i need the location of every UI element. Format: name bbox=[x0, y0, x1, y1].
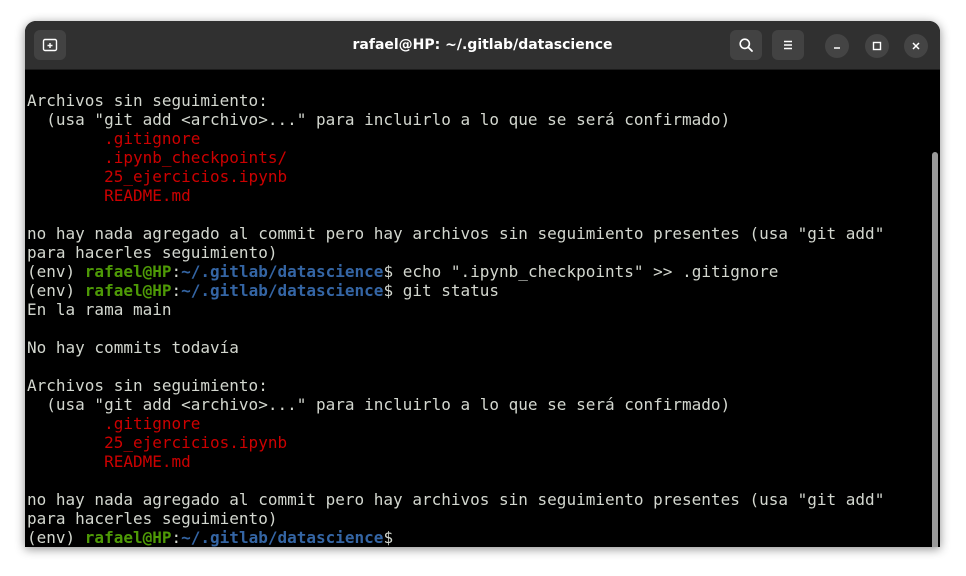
output-text: Archivos sin seguimiento: bbox=[27, 91, 268, 110]
terminal-line: 25_ejercicios.ipynb bbox=[27, 433, 884, 452]
prompt-path: ~/.gitlab/datascience bbox=[181, 262, 384, 281]
hamburger-menu-icon bbox=[784, 40, 792, 50]
prompt-env: (env) bbox=[27, 262, 85, 281]
search-icon bbox=[739, 38, 753, 52]
terminal-line: README.md bbox=[27, 452, 884, 471]
command-text: echo ".ipynb_checkpoints" >> .gitignore bbox=[393, 262, 779, 281]
prompt-colon: : bbox=[171, 262, 182, 281]
prompt-path: ~/.gitlab/datascience bbox=[181, 281, 384, 300]
terminal-line: Archivos sin seguimiento: bbox=[27, 376, 884, 395]
title-bar: rafael@HP: ~/.gitlab/datascience bbox=[25, 21, 940, 70]
terminal-line: (usa "git add <archivo>..." para incluir… bbox=[27, 395, 884, 414]
untracked-file: .ipynb_checkpoints/ bbox=[104, 148, 288, 167]
untracked-file: README.md bbox=[104, 452, 191, 471]
maximize-icon bbox=[872, 41, 882, 51]
terminal-line: para hacerles seguimiento) bbox=[27, 243, 884, 262]
terminal-line: README.md bbox=[27, 186, 884, 205]
prompt-colon: : bbox=[171, 528, 182, 547]
scrollbar[interactable] bbox=[932, 152, 938, 547]
untracked-file: README.md bbox=[104, 186, 191, 205]
terminal-line: (env) rafael@HP:~/.gitlab/datascience$ bbox=[27, 528, 884, 547]
terminal-line: (env) rafael@HP:~/.gitlab/datascience$ g… bbox=[27, 281, 884, 300]
terminal-line: .ipynb_checkpoints/ bbox=[27, 148, 884, 167]
terminal-line: .gitignore bbox=[27, 414, 884, 433]
untracked-file: .gitignore bbox=[104, 129, 201, 148]
terminal-output: Archivos sin seguimiento: (usa "git add … bbox=[27, 91, 884, 547]
prompt-user-host: rafael@HP bbox=[84, 281, 172, 300]
untracked-file: .gitignore bbox=[104, 414, 201, 433]
terminal-line: (usa "git add <archivo>..." para incluir… bbox=[27, 110, 884, 129]
maximize-button[interactable] bbox=[865, 34, 889, 58]
new-tab-button[interactable] bbox=[34, 30, 66, 60]
output-text: Archivos sin seguimiento: bbox=[27, 376, 268, 395]
prompt-env: (env) bbox=[27, 281, 85, 300]
terminal-line: No hay commits todavía bbox=[27, 338, 884, 357]
output-text: En la rama main bbox=[27, 300, 172, 319]
terminal-line: (env) rafael@HP:~/.gitlab/datascience$ e… bbox=[27, 262, 884, 281]
output-text: para hacerles seguimiento) bbox=[27, 243, 278, 262]
output-text: (usa "git add <archivo>..." para incluir… bbox=[27, 395, 731, 414]
untracked-file: 25_ejercicios.ipynb bbox=[104, 167, 288, 186]
output-text: no hay nada agregado al commit pero hay … bbox=[27, 490, 885, 509]
prompt-env: (env) bbox=[27, 528, 85, 547]
search-button[interactable] bbox=[730, 30, 762, 60]
output-text: No hay commits todavía bbox=[27, 338, 239, 357]
command-text: git status bbox=[393, 281, 500, 300]
terminal-line: 25_ejercicios.ipynb bbox=[27, 167, 884, 186]
terminal-window: rafael@HP: ~/.gitlab/datascience Archivo… bbox=[25, 21, 940, 547]
prompt-symbol: $ bbox=[383, 262, 394, 281]
menu-button[interactable] bbox=[772, 30, 804, 60]
prompt-user-host: rafael@HP bbox=[84, 528, 172, 547]
terminal-line: para hacerles seguimiento) bbox=[27, 509, 884, 528]
minimize-icon bbox=[834, 47, 840, 49]
minimize-button[interactable] bbox=[825, 34, 849, 58]
output-text: no hay nada agregado al commit pero hay … bbox=[27, 224, 885, 243]
output-text: (usa "git add <archivo>..." para incluir… bbox=[27, 110, 731, 129]
prompt-symbol: $ bbox=[383, 528, 394, 547]
new-tab-icon bbox=[42, 38, 58, 52]
terminal-area[interactable]: Archivos sin seguimiento: (usa "git add … bbox=[25, 70, 940, 547]
prompt-symbol: $ bbox=[383, 281, 394, 300]
terminal-line: En la rama main bbox=[27, 300, 884, 319]
terminal-line: .gitignore bbox=[27, 129, 884, 148]
terminal-line: Archivos sin seguimiento: bbox=[27, 91, 884, 110]
close-button[interactable] bbox=[904, 34, 928, 58]
terminal-line: no hay nada agregado al commit pero hay … bbox=[27, 224, 884, 243]
terminal-line: no hay nada agregado al commit pero hay … bbox=[27, 490, 884, 509]
close-icon bbox=[912, 42, 920, 50]
prompt-colon: : bbox=[171, 281, 182, 300]
output-text: para hacerles seguimiento) bbox=[27, 509, 278, 528]
prompt-path: ~/.gitlab/datascience bbox=[181, 528, 384, 547]
prompt-user-host: rafael@HP bbox=[84, 262, 172, 281]
untracked-file: 25_ejercicios.ipynb bbox=[104, 433, 288, 452]
